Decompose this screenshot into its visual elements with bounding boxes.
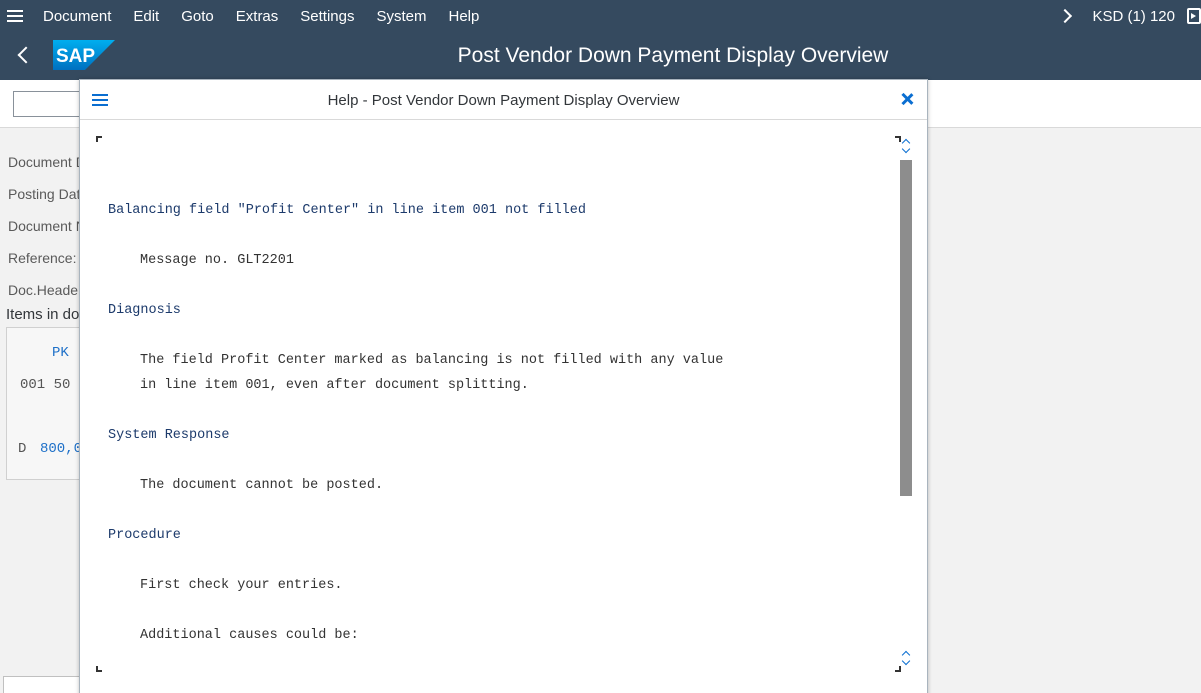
- title-bar: SAP Post Vendor Down Payment Display Ove…: [0, 32, 1201, 80]
- frame-corner-bottom-right: [895, 666, 901, 672]
- sap-gui-window: Document Edit Goto Extras Settings Syste…: [0, 0, 1201, 693]
- label-document-date: Document D: [8, 154, 86, 170]
- help-line-diagnosis-1: The field Profit Center marked as balanc…: [140, 353, 724, 368]
- scroll-bottom-arrows-icon[interactable]: [901, 650, 911, 666]
- frame-corner-bottom-left: [96, 666, 102, 672]
- page-title: Post Vendor Down Payment Display Overvie…: [457, 44, 889, 67]
- items-section-title: Items in do: [6, 306, 80, 323]
- label-reference: Reference:: [8, 250, 77, 266]
- help-line-message-title: Balancing field "Profit Center" in line …: [108, 203, 586, 218]
- help-line-diagnosis-2: in line item 001, even after document sp…: [140, 378, 529, 393]
- frame-corner-top-left: [96, 136, 102, 142]
- help-line-procedure-heading: Procedure: [108, 528, 181, 543]
- menu-system[interactable]: System: [376, 8, 426, 25]
- dialog-title: Help - Post Vendor Down Payment Display …: [327, 91, 680, 109]
- label-document-number: Document N: [8, 218, 86, 234]
- menu-right-area: KSD (1) 120: [1058, 0, 1201, 32]
- scroll-top-arrows-icon[interactable]: [901, 138, 911, 154]
- hamburger-menu-icon[interactable]: [0, 0, 30, 32]
- menu-goto[interactable]: Goto: [181, 8, 214, 25]
- chevron-right-icon[interactable]: [1058, 8, 1073, 24]
- label-doc-header: Doc.Heade: [8, 282, 79, 298]
- scrollbar-thumb[interactable]: [900, 160, 912, 496]
- dialog-menu-icon[interactable]: [92, 94, 108, 106]
- menu-document[interactable]: Document: [43, 8, 111, 25]
- help-dialog: Help - Post Vendor Down Payment Display …: [79, 79, 928, 693]
- help-line-message-no: Message no. GLT2201: [140, 253, 294, 268]
- help-line-procedure-1: First check your entries.: [140, 578, 343, 593]
- system-info: KSD (1) 120: [1092, 7, 1175, 25]
- table-row[interactable]: 001 50: [20, 377, 70, 393]
- dialog-header: Help - Post Vendor Down Payment Display …: [80, 80, 927, 120]
- help-line-system-response: The document cannot be posted.: [140, 478, 384, 493]
- close-icon[interactable]: [899, 91, 915, 107]
- sap-logo: SAP: [53, 40, 115, 70]
- amount-prefix: D: [18, 441, 27, 457]
- menu-extras[interactable]: Extras: [236, 8, 279, 25]
- sap-logo-text: SAP: [56, 46, 95, 67]
- table-header-pk: PK: [52, 345, 69, 361]
- menu-settings[interactable]: Settings: [300, 8, 354, 25]
- command-field[interactable]: [13, 91, 83, 117]
- back-arrow-icon[interactable]: [16, 48, 30, 62]
- exit-icon[interactable]: [1187, 8, 1201, 24]
- menu-edit[interactable]: Edit: [133, 8, 159, 25]
- menu-items: Document Edit Goto Extras Settings Syste…: [43, 8, 501, 25]
- help-line-system-response-heading: System Response: [108, 428, 230, 443]
- menu-bar: Document Edit Goto Extras Settings Syste…: [0, 0, 1201, 32]
- help-line-diagnosis-heading: Diagnosis: [108, 303, 181, 318]
- help-line-procedure-2: Additional causes could be:: [140, 628, 359, 643]
- menu-help[interactable]: Help: [449, 8, 480, 25]
- label-posting-date: Posting Dat: [8, 186, 81, 202]
- amount-value[interactable]: 800,0: [40, 441, 82, 457]
